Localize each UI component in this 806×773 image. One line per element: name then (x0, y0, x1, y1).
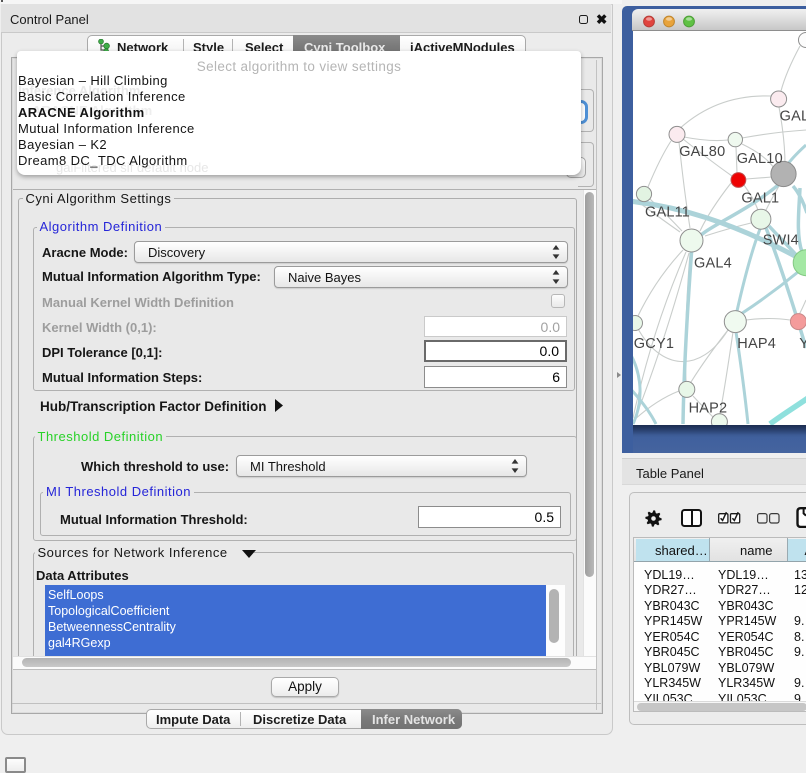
svg-text:GAL80: GAL80 (679, 144, 725, 160)
svg-text:GAL2: GAL2 (780, 109, 806, 125)
svg-text:HAP4: HAP4 (737, 336, 776, 352)
svg-text:GAL10: GAL10 (737, 151, 783, 167)
svg-text:SWI4: SWI4 (763, 233, 799, 249)
svg-text:GAL1: GAL1 (741, 191, 779, 207)
svg-text:GAL11: GAL11 (645, 205, 690, 221)
svg-text:Y: Y (799, 336, 806, 352)
svg-text:GCY1: GCY1 (634, 336, 674, 352)
svg-text:GAL4: GAL4 (694, 256, 732, 272)
svg-text:HAP2: HAP2 (689, 401, 728, 417)
